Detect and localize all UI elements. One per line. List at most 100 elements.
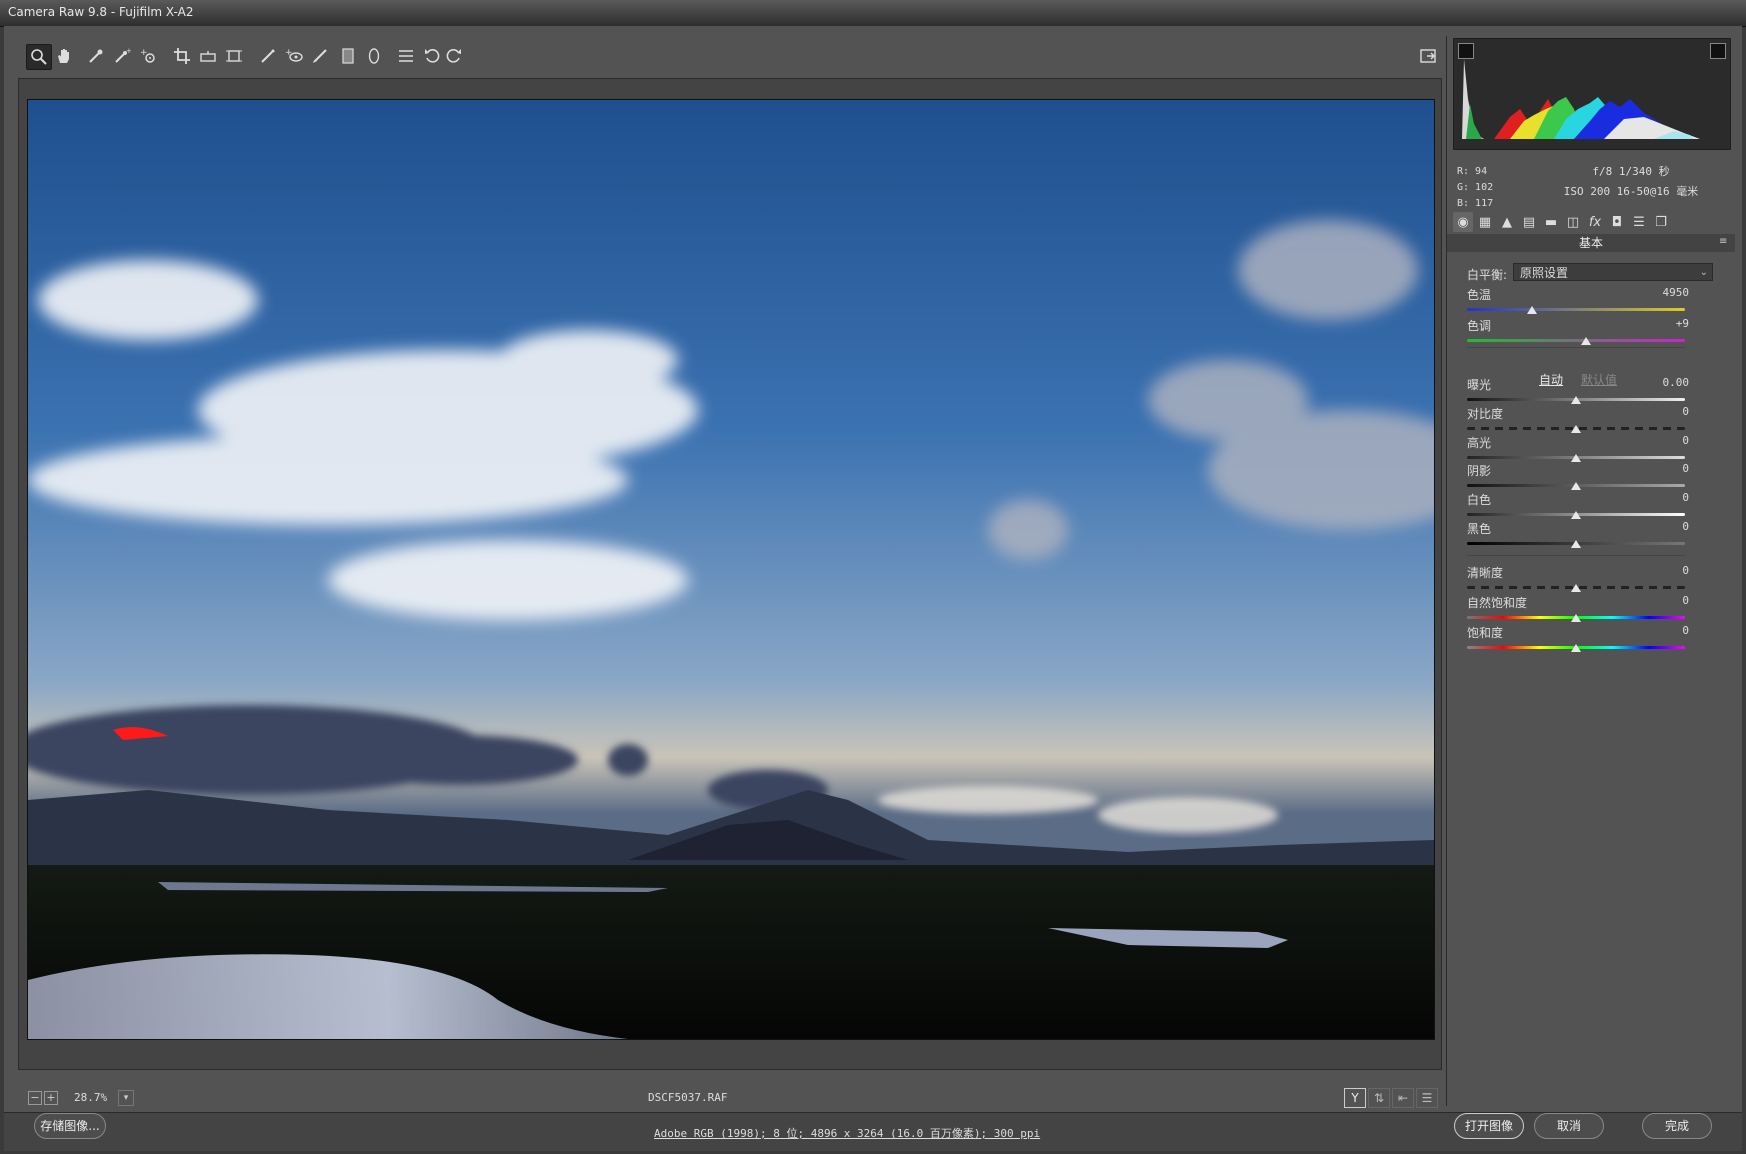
gradient-icon[interactable] [336, 44, 360, 68]
magnifier-icon[interactable] [26, 44, 52, 70]
highlights-thumb[interactable] [1571, 454, 1581, 462]
blacks-thumb[interactable] [1571, 540, 1581, 548]
slider-temp[interactable]: 色温 4950 [1467, 286, 1707, 316]
temp-value[interactable]: 4950 [1647, 286, 1690, 299]
temp-track[interactable] [1467, 308, 1685, 311]
save-image-button[interactable]: 存储图像... [34, 1113, 106, 1139]
rotate-ccw-icon[interactable] [420, 44, 444, 68]
whites-thumb[interactable] [1571, 511, 1581, 519]
bottom-bar: 存储图像... Adobe RGB (1998); 8 位; 4896 x 32… [4, 1112, 1742, 1151]
blacks-value[interactable]: 0 [1647, 520, 1689, 533]
slider-shadows[interactable]: 阴影 0 [1467, 462, 1707, 492]
photo-preview[interactable] [27, 99, 1435, 1040]
chevron-down-icon: ⌄ [1699, 267, 1708, 278]
saturation-value[interactable]: 0 [1647, 624, 1689, 637]
tint-thumb[interactable] [1580, 337, 1591, 345]
blue-value: B: 117 [1457, 198, 1494, 209]
temp-label: 色温 [1467, 288, 1492, 302]
zoom-dropdown[interactable]: ▾ [118, 1090, 134, 1106]
preview-area[interactable] [18, 78, 1442, 1070]
svg-text:+: + [126, 47, 131, 55]
target-adjust-icon[interactable]: + [136, 44, 160, 68]
presets-tab-icon[interactable]: ☰ [1629, 212, 1649, 232]
histogram [1453, 38, 1731, 150]
clarity-thumb[interactable] [1571, 584, 1581, 592]
done-button[interactable]: 完成 [1642, 1113, 1712, 1139]
auto-link[interactable]: 自动 [1539, 371, 1563, 388]
right-panel: R: 94 G: 102 B: 117 f/8 1/340 秒 ISO 200 … [1446, 36, 1735, 1106]
highlights-value[interactable]: 0 [1647, 434, 1689, 447]
cancel-button[interactable]: 取消 [1534, 1113, 1604, 1139]
exposure-thumb[interactable] [1571, 396, 1581, 404]
transform-icon[interactable] [222, 44, 246, 68]
crop-icon[interactable] [170, 44, 194, 68]
shadows-thumb[interactable] [1571, 482, 1581, 490]
slider-tint[interactable]: 色调 +9 [1467, 317, 1707, 347]
camera-calibration-tab-icon[interactable]: ◘ [1607, 212, 1627, 232]
slider-vibrance[interactable]: 自然饱和度 0 [1467, 594, 1707, 624]
settings-icon[interactable]: ☰ [1416, 1088, 1438, 1108]
ellipse-icon[interactable] [362, 44, 386, 68]
slider-highlights[interactable]: 高光 0 [1467, 434, 1707, 464]
spot-removal-icon[interactable] [256, 44, 280, 68]
vibrance-label: 自然饱和度 [1467, 596, 1528, 610]
iso-focal: ISO 200 16-50@16 毫米 [1563, 185, 1699, 198]
rgb-readout: R: 94 G: 102 B: 117 [1457, 164, 1493, 212]
slider-contrast[interactable]: 对比度 0 [1467, 405, 1707, 435]
lens-tab-icon[interactable]: ◫ [1563, 212, 1583, 232]
contrast-value[interactable]: 0 [1647, 405, 1689, 418]
saturation-thumb[interactable] [1571, 644, 1581, 652]
rotate-cw-icon[interactable] [442, 44, 466, 68]
tint-track[interactable] [1467, 339, 1685, 342]
file-name: DSCF5037.RAF [648, 1091, 728, 1104]
detail-tab-icon[interactable]: ▲ [1497, 212, 1517, 232]
basic-tab-icon[interactable]: ◉ [1453, 212, 1473, 232]
panel-menu-icon[interactable]: ≡ [1719, 237, 1731, 247]
vibrance-thumb[interactable] [1571, 614, 1581, 622]
highlights-label: 高光 [1467, 436, 1492, 450]
before-after-icon[interactable]: ⇅ [1368, 1088, 1390, 1108]
zoom-in-button[interactable]: + [44, 1091, 58, 1105]
eyedropper-icon[interactable] [84, 44, 108, 68]
exposure-label: 曝光 [1467, 378, 1492, 392]
snapshots-tab-icon[interactable]: ❐ [1651, 212, 1671, 232]
brush-icon[interactable] [308, 44, 332, 68]
shadows-value[interactable]: 0 [1647, 462, 1689, 475]
white-balance-select[interactable]: 原照设置 ⌄ [1513, 263, 1713, 281]
contrast-thumb[interactable] [1571, 425, 1581, 433]
contrast-label: 对比度 [1467, 407, 1504, 421]
workflow-options-link[interactable]: Adobe RGB (1998); 8 位; 4896 x 3264 (16.0… [654, 1125, 1040, 1141]
toolbar: + + + [18, 38, 1436, 74]
vibrance-value[interactable]: 0 [1647, 594, 1689, 607]
list-icon[interactable] [394, 44, 418, 68]
slider-blacks[interactable]: 黑色 0 [1467, 520, 1707, 550]
split-toning-tab-icon[interactable]: ▬ [1541, 212, 1561, 232]
svg-text:+: + [285, 48, 293, 58]
slider-clarity[interactable]: 清晰度 0 [1467, 564, 1707, 594]
blacks-label: 黑色 [1467, 522, 1492, 536]
hand-icon[interactable] [52, 44, 76, 68]
hsl-tab-icon[interactable]: ▤ [1519, 212, 1539, 232]
fx-tab-icon[interactable]: fx [1585, 212, 1605, 232]
whites-value[interactable]: 0 [1647, 491, 1689, 504]
clarity-value[interactable]: 0 [1647, 564, 1689, 577]
panel-tabs: ◉ ▦ ▲ ▤ ▬ ◫ fx ◘ ☰ ❐ [1451, 212, 1731, 232]
exposure-value[interactable]: 0.00 [1647, 376, 1690, 389]
status-bar: − + 28.7% ▾ DSCF5037.RAF Y ⇅ ⇤ ☰ [18, 1087, 1440, 1109]
green-value: G: 102 [1457, 182, 1494, 193]
slider-whites[interactable]: 白色 0 [1467, 491, 1707, 521]
view-toggle-y[interactable]: Y [1344, 1088, 1366, 1108]
level-icon[interactable] [196, 44, 220, 68]
red-eye-icon[interactable]: + [282, 44, 306, 68]
svg-text:+: + [140, 48, 148, 58]
tone-curve-tab-icon[interactable]: ▦ [1475, 212, 1495, 232]
tint-value[interactable]: +9 [1647, 317, 1689, 330]
color-sampler-icon[interactable]: + [110, 44, 134, 68]
temp-thumb[interactable] [1527, 306, 1538, 314]
slider-saturation[interactable]: 饱和度 0 [1467, 624, 1707, 654]
fullscreen-icon[interactable] [1416, 44, 1440, 68]
zoom-out-button[interactable]: − [28, 1091, 42, 1105]
default-link[interactable]: 默认值 [1581, 371, 1617, 388]
open-image-button[interactable]: 打开图像 [1454, 1113, 1524, 1139]
swap-icon[interactable]: ⇤ [1392, 1088, 1414, 1108]
